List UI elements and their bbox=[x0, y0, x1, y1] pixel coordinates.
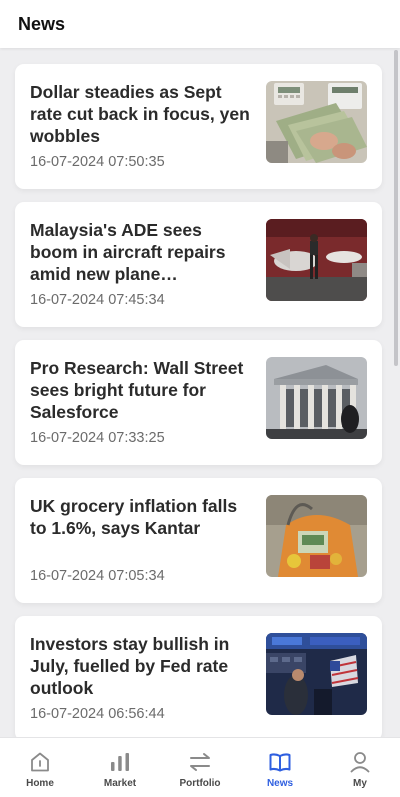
news-card[interactable]: Dollar steadies as Sept rate cut back in… bbox=[15, 64, 382, 189]
bottom-tab-bar: Home Market Portfolio News My bbox=[0, 737, 400, 797]
tab-news[interactable]: News bbox=[240, 738, 320, 797]
feed-scrollbar[interactable] bbox=[394, 50, 398, 366]
aircraft-hangar-image[interactable] bbox=[266, 219, 367, 301]
tab-label: My bbox=[353, 778, 367, 789]
news-card[interactable]: Malaysia's ADE sees boom in aircraft rep… bbox=[15, 202, 382, 327]
news-headline[interactable]: Pro Research: Wall Street sees bright fu… bbox=[30, 357, 252, 423]
tab-market[interactable]: Market bbox=[80, 738, 160, 797]
news-feed[interactable]: Dollar steadies as Sept rate cut back in… bbox=[0, 48, 400, 737]
page-title: News bbox=[18, 13, 66, 34]
news-card[interactable]: UK grocery inflation falls to 1.6%, says… bbox=[15, 478, 382, 603]
news-timestamp: 16-07-2024 07:45:34 bbox=[30, 292, 165, 308]
news-timestamp: 16-07-2024 06:56:44 bbox=[30, 706, 165, 722]
stock-exchange-building-image[interactable] bbox=[266, 357, 367, 439]
tab-home[interactable]: Home bbox=[0, 738, 80, 797]
news-card[interactable]: Investors stay bullish in July, fuelled … bbox=[15, 616, 382, 737]
tab-my[interactable]: My bbox=[320, 738, 400, 797]
news-timestamp: 16-07-2024 07:50:35 bbox=[30, 154, 165, 170]
tab-portfolio[interactable]: Portfolio bbox=[160, 738, 240, 797]
bar-chart-icon bbox=[111, 753, 129, 771]
tab-label: Portfolio bbox=[179, 778, 221, 789]
news-card[interactable]: Pro Research: Wall Street sees bright fu… bbox=[15, 340, 382, 465]
app-header: News bbox=[0, 0, 400, 48]
trading-floor-image[interactable] bbox=[266, 633, 367, 715]
news-headline[interactable]: UK grocery inflation falls to 1.6%, says… bbox=[30, 495, 252, 539]
news-timestamp: 16-07-2024 07:05:34 bbox=[30, 568, 165, 584]
home-icon bbox=[31, 752, 49, 772]
news-timestamp: 16-07-2024 07:33:25 bbox=[30, 430, 165, 446]
open-book-icon bbox=[269, 753, 291, 772]
news-headline[interactable]: Malaysia's ADE sees boom in aircraft rep… bbox=[30, 219, 252, 285]
grocery-bag-image[interactable] bbox=[266, 495, 367, 577]
tab-label: Home bbox=[26, 778, 54, 789]
currency-banknotes-image[interactable] bbox=[266, 81, 367, 163]
tab-label: News bbox=[266, 778, 294, 789]
transfer-arrows-icon bbox=[190, 753, 210, 771]
news-headline[interactable]: Investors stay bullish in July, fuelled … bbox=[30, 633, 252, 699]
user-icon bbox=[350, 752, 370, 773]
news-headline[interactable]: Dollar steadies as Sept rate cut back in… bbox=[30, 81, 252, 147]
tab-label: Market bbox=[103, 778, 137, 789]
